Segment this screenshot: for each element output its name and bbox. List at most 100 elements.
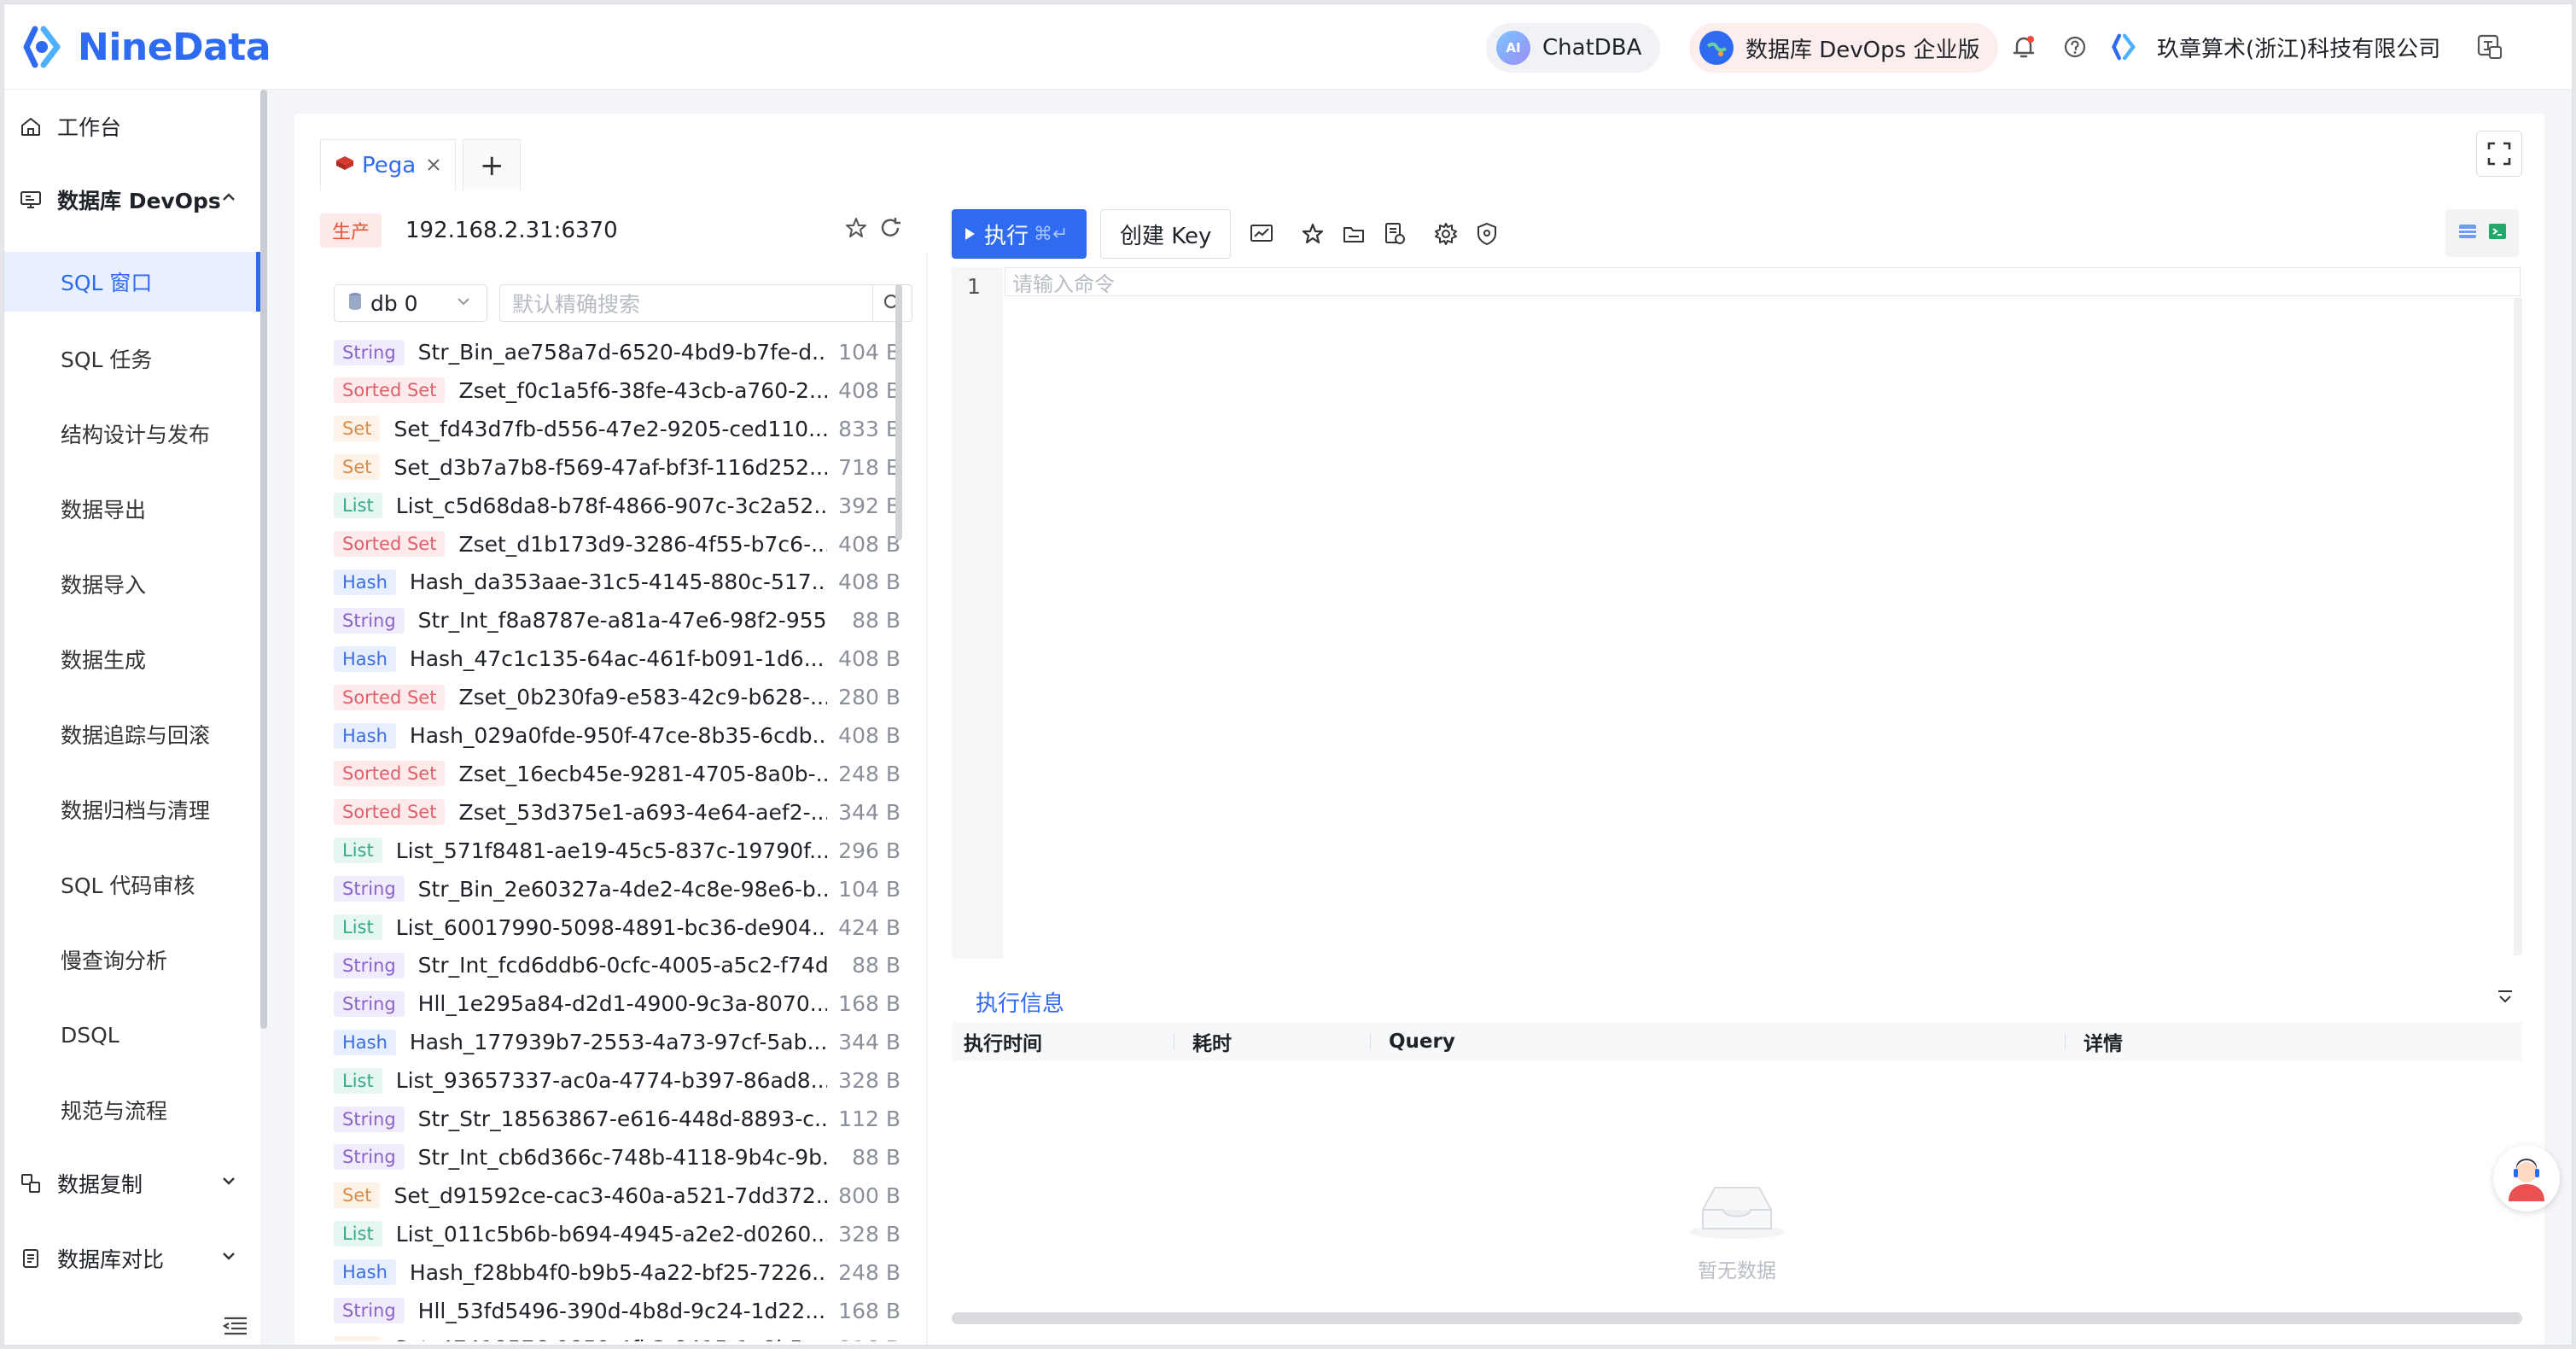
sidebar-item-compare[interactable]: 数据库对比 bbox=[4, 1229, 260, 1288]
key-list-item[interactable]: String Str_Str_18563867-e616-448d-8893-c.… bbox=[334, 1101, 900, 1137]
sidebar-item-data-archive[interactable]: 数据归档与清理 bbox=[4, 780, 260, 839]
fullscreen-icon[interactable] bbox=[2476, 131, 2522, 177]
sidebar-item-data-import[interactable]: 数据导入 bbox=[4, 554, 260, 614]
key-list-item[interactable]: Sorted Set Zset_d1b173d9-3286-4f55-b7c6-.… bbox=[334, 526, 900, 563]
logo[interactable]: NineData bbox=[23, 21, 271, 73]
folder-icon[interactable] bbox=[1338, 219, 1369, 249]
star-icon[interactable] bbox=[844, 216, 871, 243]
key-type-badge: Hash bbox=[334, 645, 396, 672]
key-list-item[interactable]: Set Set_47418576-9859-4fb3-8415-1a8b5...9… bbox=[334, 1330, 900, 1341]
key-list-scrollbar[interactable] bbox=[895, 284, 902, 540]
settings-gear-icon[interactable] bbox=[1431, 219, 1461, 249]
editor-scrollbar[interactable] bbox=[2514, 298, 2522, 955]
history-icon[interactable] bbox=[1379, 219, 1410, 249]
sidebar-item-label: 数据库对比 bbox=[57, 1247, 165, 1272]
line-gutter: 1 bbox=[952, 267, 1003, 959]
key-list-item[interactable]: Set Set_fd43d7fb-d556-47e2-9205-ced110...… bbox=[334, 411, 900, 447]
sidebar-item-sql-window[interactable]: SQL 窗口 bbox=[4, 252, 260, 312]
sidebar-item-schema-design[interactable]: 结构设计与发布 bbox=[4, 404, 260, 464]
collapse-panel-icon[interactable] bbox=[2495, 988, 2515, 1008]
key-list-item[interactable]: Hash Hash_47c1c135-64ac-461f-b091-1d6... 4… bbox=[334, 640, 900, 677]
key-name: List_011c5b6b-b694-4945-a2e2-d0260... bbox=[395, 1221, 827, 1247]
monitor-chart-icon[interactable] bbox=[1246, 219, 1277, 249]
key-list-item[interactable]: Sorted Set Zset_53d375e1-a693-4e64-aef2-.… bbox=[334, 794, 900, 831]
sidebar-item-workbench[interactable]: 工作台 bbox=[4, 96, 260, 156]
devops-edition-button[interactable]: 数据库 DevOps 企业版 bbox=[1689, 23, 1999, 73]
key-name: Zset_d1b173d9-3286-4f55-b7c6-... bbox=[458, 531, 827, 557]
support-avatar-icon[interactable] bbox=[2493, 1145, 2560, 1212]
tab-pega[interactable]: Pega bbox=[320, 139, 457, 190]
key-name: Set_47418576-9859-4fb3-8415-1a8b5... bbox=[393, 1336, 827, 1341]
db-select[interactable]: db 0 bbox=[334, 284, 487, 322]
add-tab-button[interactable]: + bbox=[463, 139, 522, 190]
key-list-item[interactable]: Hash Hash_da353aae-31c5-4145-880c-517... 4… bbox=[334, 564, 900, 600]
key-list-item[interactable]: String Hll_53fd5496-390d-4b8d-9c24-1d22..… bbox=[334, 1293, 900, 1329]
key-list: String Str_Bin_ae758a7d-6520-4bd9-b7fe-d.… bbox=[320, 334, 918, 1341]
key-list-item[interactable]: String Str_Bin_ae758a7d-6520-4bd9-b7fe-d.… bbox=[334, 334, 900, 371]
key-list-item[interactable]: List List_011c5b6b-b694-4945-a2e2-d0260..… bbox=[334, 1216, 900, 1253]
help-icon[interactable] bbox=[2058, 30, 2092, 64]
key-list-item[interactable]: List List_c5d68da8-b78f-4866-907c-3c2a52.… bbox=[334, 488, 900, 524]
connection-bar: 生产 192.168.2.31:6370 bbox=[320, 207, 909, 254]
key-type-badge: String bbox=[334, 952, 405, 978]
favorite-icon[interactable] bbox=[1297, 219, 1328, 249]
key-list-item[interactable]: List List_93657337-ac0a-4774-b397-86ad8..… bbox=[334, 1062, 900, 1099]
key-list-item[interactable]: String Str_Int_f8a8787e-a81a-47e6-98f2-95… bbox=[334, 602, 900, 639]
sidebar-item-data-generation[interactable]: 数据生成 bbox=[4, 629, 260, 689]
terminal-view-icon[interactable] bbox=[2487, 222, 2508, 244]
company-name[interactable]: 玖章算术(浙江)科技有限公司 bbox=[2157, 32, 2440, 63]
key-list-item[interactable]: Hash Hash_f28bb4f0-b9b5-4a22-bf25-7226...… bbox=[334, 1254, 900, 1291]
refresh-icon[interactable] bbox=[878, 216, 906, 243]
command-editor[interactable]: 1 请输入命令 bbox=[952, 267, 2522, 959]
key-list-item[interactable]: String Hll_1e295a84-d2d1-4900-9c3a-8070..… bbox=[334, 985, 900, 1022]
key-list-item[interactable]: Set Set_d3b7a7b8-f569-47af-bf3f-116d252..… bbox=[334, 449, 900, 486]
table-view-icon[interactable] bbox=[2457, 222, 2478, 244]
sidebar-item-data-tracking[interactable]: 数据追踪与回滚 bbox=[4, 704, 260, 764]
key-list-item[interactable]: String Str_Int_fcd6ddb6-0cfc-4005-a5c2-f7… bbox=[334, 947, 900, 984]
sidebar-item-slow-query[interactable]: 慢查询分析 bbox=[4, 930, 260, 990]
key-list-item[interactable]: Sorted Set Zset_0b230fa9-e583-42c9-b628-.… bbox=[334, 679, 900, 715]
create-key-button[interactable]: 创建 Key bbox=[1100, 209, 1232, 259]
empty-state: 暂无数据 bbox=[1686, 1172, 1788, 1283]
result-hscrollbar[interactable] bbox=[952, 1312, 2522, 1324]
db-select-value: db 0 bbox=[370, 290, 418, 316]
key-list-item[interactable]: String Str_Int_cb6d366c-748b-4118-9b4c-9b… bbox=[334, 1139, 900, 1176]
key-list-item[interactable]: Hash Hash_177939b7-2553-4a73-97cf-5ab... 3… bbox=[334, 1024, 900, 1060]
collapse-sidebar-icon[interactable] bbox=[222, 1316, 248, 1336]
sidebar-item-data-export[interactable]: 数据导出 bbox=[4, 479, 260, 539]
key-size: 104 B bbox=[838, 876, 900, 902]
close-icon[interactable] bbox=[426, 153, 441, 178]
key-list-item[interactable]: String Str_Bin_2e60327a-4de2-4c8e-98e6-b.… bbox=[334, 871, 900, 908]
sidebar-item-policy[interactable]: 规范与流程 bbox=[4, 1080, 260, 1140]
key-search-input[interactable]: 默认精确搜索 bbox=[499, 284, 912, 322]
sidebar-item-sql-review[interactable]: SQL 代码审核 bbox=[4, 855, 260, 914]
command-input[interactable]: 请输入命令 bbox=[1005, 267, 2521, 296]
sidebar-item-sql-task[interactable]: SQL 任务 bbox=[4, 329, 260, 388]
chatdba-button[interactable]: AI ChatDBA bbox=[1486, 23, 1661, 73]
key-list-item[interactable]: Sorted Set Zset_16ecb45e-9281-4705-8a0b-.… bbox=[334, 756, 900, 792]
view-switch bbox=[2445, 209, 2519, 257]
sidebar-item-label: 工作台 bbox=[57, 115, 122, 140]
sidebar-item-replication[interactable]: 数据复制 bbox=[4, 1153, 260, 1213]
key-list-item[interactable]: Sorted Set Zset_f0c1a5f6-38fe-43cb-a760-2… bbox=[334, 372, 900, 409]
key-size: 408 B bbox=[838, 377, 900, 403]
bell-icon[interactable] bbox=[2007, 30, 2041, 64]
key-list-item[interactable]: List List_571f8481-ae19-45c5-837c-19790f.… bbox=[334, 832, 900, 869]
key-list-item[interactable]: Set Set_d91592ce-cac3-460a-a521-7dd372...… bbox=[334, 1177, 900, 1214]
key-size: 718 B bbox=[838, 454, 900, 480]
key-type-badge: Sorted Set bbox=[334, 377, 446, 404]
run-button[interactable]: 执行 ⌘↵ bbox=[952, 209, 1087, 259]
key-list-item[interactable]: List List_60017990-5098-4891-bc36-de904..… bbox=[334, 909, 900, 946]
key-size: 424 B bbox=[838, 914, 900, 940]
sidebar-item-devops[interactable]: 数据库 DevOps bbox=[4, 170, 260, 230]
key-name: Zset_0b230fa9-e583-42c9-b628-... bbox=[458, 685, 827, 710]
pane-divider[interactable] bbox=[926, 254, 928, 1345]
sidebar-scrollbar[interactable] bbox=[260, 90, 267, 1029]
tab-label: Pega bbox=[362, 152, 417, 178]
sidebar-item-dsql[interactable]: DSQL bbox=[4, 1005, 260, 1065]
key-list-item[interactable]: Hash Hash_029a0fde-950f-47ce-8b35-6cdb...… bbox=[334, 717, 900, 754]
command-placeholder: 请输入命令 bbox=[1012, 272, 1115, 296]
search-icon[interactable] bbox=[872, 285, 912, 321]
shield-icon[interactable] bbox=[1472, 219, 1502, 249]
language-switch-icon[interactable] bbox=[2473, 30, 2507, 64]
